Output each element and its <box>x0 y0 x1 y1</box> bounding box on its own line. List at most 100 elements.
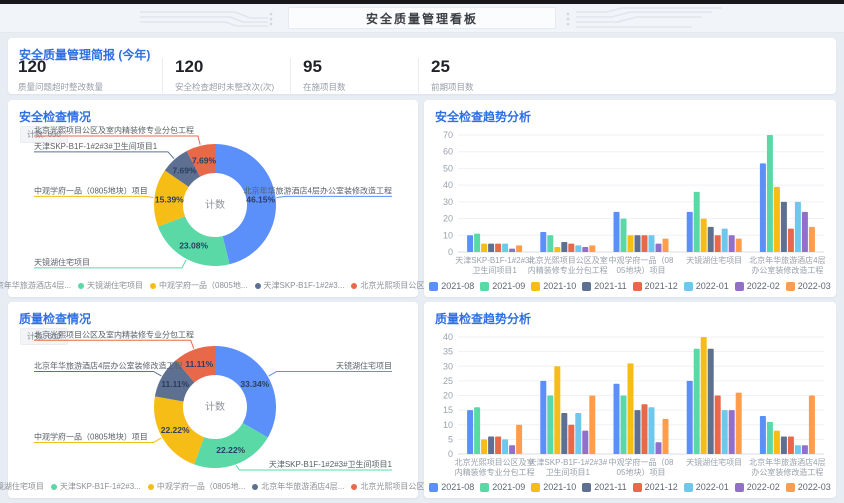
bar-2021-09-g4[interactable] <box>767 422 773 454</box>
legend-item[interactable]: 2021-11 <box>582 482 626 492</box>
bar-2021-08-g2[interactable] <box>614 212 620 252</box>
bar-2022-02-g1[interactable] <box>582 247 588 252</box>
bar-2022-03-g2[interactable] <box>663 419 669 454</box>
legend-item[interactable]: 2022-02 <box>735 281 780 291</box>
legend-item[interactable]: 北京年华旅游酒店4层... <box>0 280 71 291</box>
bar-2022-01-g3[interactable] <box>722 410 728 454</box>
legend-item[interactable]: 2021-10 <box>531 482 576 492</box>
bar-2021-11-g1[interactable] <box>561 413 567 454</box>
bar-2022-03-g0[interactable] <box>516 245 522 252</box>
bar-2021-10-g1[interactable] <box>554 247 560 252</box>
bar-2022-03-g4[interactable] <box>809 396 815 455</box>
bar-2021-11-g0[interactable] <box>488 244 494 252</box>
bar-2021-09-g1[interactable] <box>547 396 553 455</box>
legend-item[interactable]: 天镜湖住宅项目 <box>0 481 44 492</box>
bar-2022-02-g3[interactable] <box>729 235 735 252</box>
bar-2021-11-g2[interactable] <box>635 410 641 454</box>
bar-2021-10-g3[interactable] <box>701 219 707 252</box>
legend-item[interactable]: 天镜湖住宅项目 <box>78 280 143 291</box>
bar-2022-03-g1[interactable] <box>589 396 595 455</box>
bar-2021-12-g1[interactable] <box>568 425 574 454</box>
bar-2021-09-g1[interactable] <box>547 235 553 252</box>
bar-2021-08-g4[interactable] <box>760 416 766 454</box>
bar-2022-01-g4[interactable] <box>795 445 801 454</box>
bar-2021-10-g2[interactable] <box>628 235 634 252</box>
bar-2021-08-g1[interactable] <box>540 381 546 454</box>
bar-2021-12-g4[interactable] <box>788 436 794 454</box>
bar-2021-10-g2[interactable] <box>628 363 634 454</box>
bar-2021-11-g4[interactable] <box>781 436 787 454</box>
bar-2021-08-g2[interactable] <box>614 384 620 454</box>
legend-item[interactable]: 2021-10 <box>531 281 576 291</box>
legend-item[interactable]: 2021-11 <box>582 281 626 291</box>
bar-2021-08-g1[interactable] <box>540 232 546 252</box>
legend-item[interactable]: 北京年华旅游酒店4层... <box>252 481 344 492</box>
bar-2021-12-g0[interactable] <box>495 244 501 252</box>
bar-2022-03-g2[interactable] <box>663 239 669 252</box>
legend-item[interactable]: 2022-01 <box>684 482 729 492</box>
bar-2021-10-g4[interactable] <box>774 187 780 252</box>
bar-2021-11-g3[interactable] <box>708 349 714 454</box>
bar-2022-01-g2[interactable] <box>649 407 655 454</box>
safety-donut-chart[interactable]: 46.15%23.08%15.39%7.69%7.69%北京光熙项目公区及室内精… <box>8 124 418 274</box>
quality-trend-bar-chart[interactable]: 0510152025303540北京光熙项目公区及室内精装修专业分包工程天津SK… <box>428 324 832 476</box>
bar-2022-01-g0[interactable] <box>502 244 508 252</box>
quality-donut-chart[interactable]: 33.34%22.22%22.22%11.11%11.11%北京光熙项目公区及室… <box>8 326 418 476</box>
bar-2022-03-g1[interactable] <box>589 245 595 252</box>
legend-item[interactable]: 中观学府一品（0805地... <box>148 481 245 492</box>
bar-2022-03-g0[interactable] <box>516 425 522 454</box>
legend-item[interactable]: 2022-03 <box>786 281 831 291</box>
legend-item[interactable]: 2021-08 <box>429 281 474 291</box>
bar-2021-09-g4[interactable] <box>767 135 773 252</box>
bar-2021-10-g1[interactable] <box>554 366 560 454</box>
bar-2021-08-g4[interactable] <box>760 163 766 252</box>
legend-item[interactable]: 2021-08 <box>429 482 474 492</box>
legend-item[interactable]: 2022-01 <box>684 281 729 291</box>
bar-2021-11-g3[interactable] <box>708 227 714 252</box>
bar-2022-02-g3[interactable] <box>729 410 735 454</box>
bar-2021-09-g3[interactable] <box>694 349 700 454</box>
bar-2021-12-g1[interactable] <box>568 244 574 252</box>
bar-2021-12-g2[interactable] <box>642 235 648 252</box>
bar-2021-10-g3[interactable] <box>701 337 707 454</box>
bar-2022-02-g4[interactable] <box>802 445 808 454</box>
bar-2021-12-g0[interactable] <box>495 436 501 454</box>
bar-2021-11-g4[interactable] <box>781 202 787 252</box>
bar-2022-01-g3[interactable] <box>722 229 728 252</box>
legend-item[interactable]: 2022-03 <box>786 482 831 492</box>
legend-item[interactable]: 2021-09 <box>480 281 525 291</box>
bar-2022-02-g2[interactable] <box>656 442 662 454</box>
bar-2021-08-g3[interactable] <box>687 381 693 454</box>
bar-2021-08-g0[interactable] <box>467 410 473 454</box>
bar-2022-02-g0[interactable] <box>509 445 515 454</box>
legend-item[interactable]: 天津SKP-B1F-1#2#3... <box>51 481 141 492</box>
legend-item[interactable]: 2021-12 <box>633 482 678 492</box>
legend-item[interactable]: 中观学府一品（0805地... <box>150 280 247 291</box>
bar-2022-03-g3[interactable] <box>736 393 742 454</box>
bar-2022-01-g0[interactable] <box>502 439 508 454</box>
bar-2021-11-g0[interactable] <box>488 436 494 454</box>
bar-2022-02-g1[interactable] <box>582 431 588 454</box>
bar-2021-08-g0[interactable] <box>467 235 473 252</box>
legend-item[interactable]: 2021-09 <box>480 482 525 492</box>
bar-2022-02-g4[interactable] <box>802 212 808 252</box>
bar-2022-01-g4[interactable] <box>795 202 801 252</box>
bar-2021-08-g3[interactable] <box>687 212 693 252</box>
bar-2022-03-g4[interactable] <box>809 227 815 252</box>
bar-2021-12-g3[interactable] <box>715 235 721 252</box>
donut-slice-0[interactable] <box>215 346 276 438</box>
legend-item[interactable]: 2021-12 <box>633 281 678 291</box>
bar-2021-09-g0[interactable] <box>474 407 480 454</box>
legend-item[interactable]: 2022-02 <box>735 482 780 492</box>
bar-2021-11-g1[interactable] <box>561 242 567 252</box>
bar-2022-03-g3[interactable] <box>736 239 742 252</box>
bar-2021-09-g0[interactable] <box>474 234 480 252</box>
bar-2021-09-g2[interactable] <box>621 396 627 455</box>
bar-2021-09-g3[interactable] <box>694 192 700 252</box>
bar-2022-01-g1[interactable] <box>575 413 581 454</box>
bar-2022-01-g1[interactable] <box>575 245 581 252</box>
bar-2021-11-g2[interactable] <box>635 235 641 252</box>
bar-2021-09-g2[interactable] <box>621 219 627 252</box>
bar-2021-12-g2[interactable] <box>642 404 648 454</box>
bar-2021-12-g3[interactable] <box>715 396 721 455</box>
